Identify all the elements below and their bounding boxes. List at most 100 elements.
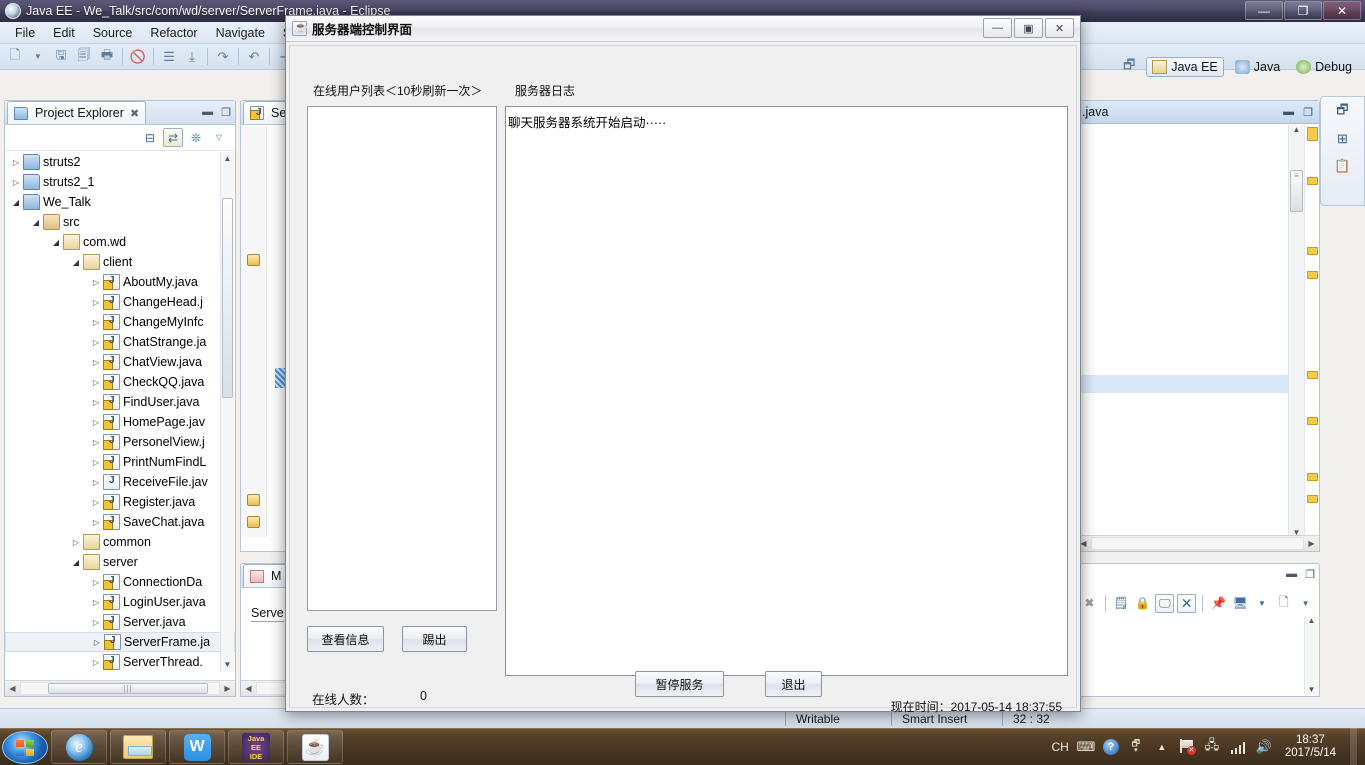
expand-arrow-closed-icon[interactable]: ▷ [89, 358, 103, 367]
tree-item[interactable]: ▷ HomePage.jav [5, 412, 235, 432]
lock-scroll-icon[interactable]: 🔒 [1134, 594, 1153, 613]
maximize-view-icon[interactable]: ❐ [1303, 106, 1313, 119]
expand-arrow-closed-icon[interactable]: ▷ [89, 498, 103, 507]
scroll-left-icon[interactable]: ◀ [5, 684, 20, 693]
expand-arrow-closed-icon[interactable]: ▷ [89, 278, 103, 287]
tree-item[interactable]: ▷ Register.java [5, 492, 235, 512]
project-tree[interactable]: ▷ struts2 ▷ struts2_1 ◢ We_Talk ◢ src ◢ com.wd ◢ cl… [5, 152, 235, 672]
expand-arrow-closed-icon[interactable]: ▷ [89, 578, 103, 587]
tree-item[interactable]: ▷ ChatView.java [5, 352, 235, 372]
scroll-right-icon[interactable]: ▶ [1304, 539, 1319, 548]
tree-item[interactable]: ▷ AboutMy.java [5, 272, 235, 292]
dialog-minimize-button[interactable]: — [983, 18, 1012, 38]
open-type-icon[interactable]: ☰ [158, 46, 180, 68]
exit-button[interactable]: 退出 [765, 671, 822, 697]
right-editor-body[interactable]: ▲ ≡ ▼ [1076, 125, 1319, 537]
run-icon[interactable]: ⤓ [181, 46, 203, 68]
scroll-lock-icon[interactable]: 🖵 [1155, 593, 1175, 613]
action-center-icon[interactable]: ✕ [1179, 739, 1196, 755]
restore-icon[interactable]: 🗗 [1333, 102, 1353, 121]
tree-item[interactable]: ▷ ChatStrange.ja [5, 332, 235, 352]
vscroll-thumb[interactable]: ≡ [1290, 170, 1303, 212]
pin-console-icon[interactable]: 📌 [1209, 594, 1228, 613]
menu-source[interactable]: Source [84, 24, 142, 42]
tree-item[interactable]: ▷ Server.java [5, 612, 235, 632]
chevron-down-icon[interactable]: ▼ [27, 46, 49, 68]
server-log-area[interactable]: 聊天服务器系统开始启动····· [505, 106, 1068, 676]
expand-arrow-closed-icon[interactable]: ▷ [89, 478, 103, 487]
project-explorer-hscrollbar[interactable]: ◀ ||| ▶ [5, 680, 235, 696]
outline-icon[interactable]: ⊞ [1333, 130, 1353, 148]
undo-icon[interactable]: ↶ [243, 46, 265, 68]
tree-item[interactable]: ▷ common [5, 532, 235, 552]
taskbar-item-wps-office[interactable]: W [169, 730, 225, 764]
perspective-java[interactable]: Java [1230, 58, 1285, 76]
kick-out-button[interactable]: 踢出 [402, 626, 467, 652]
save-all-icon[interactable]: 🗐 [73, 46, 95, 68]
expand-arrow-open-icon[interactable]: ◢ [69, 558, 83, 567]
right-editor-vscrollbar[interactable]: ▲ ≡ ▼ [1288, 125, 1304, 537]
expand-arrow-closed-icon[interactable]: ▷ [89, 658, 103, 667]
tree-item[interactable]: ▷ ServerFrame.ja [5, 632, 235, 652]
expand-arrow-open-icon[interactable]: ◢ [49, 238, 63, 247]
expand-arrow-closed-icon[interactable]: ▷ [9, 158, 23, 167]
chevron-down-icon[interactable]: ▼ [1253, 594, 1272, 613]
console-vscrollbar[interactable]: ▲ ▼ [1304, 616, 1318, 694]
network-icon[interactable]: 🖧 [1203, 736, 1221, 758]
expand-arrow-closed-icon[interactable]: ▷ [89, 418, 103, 427]
tree-item[interactable]: ▷ PersonelView.j [5, 432, 235, 452]
view-menu-icon[interactable]: ❊ [186, 128, 206, 147]
expand-arrow-open-icon[interactable]: ◢ [9, 198, 23, 207]
expand-arrow-closed-icon[interactable]: ▷ [89, 598, 103, 607]
tree-item[interactable]: ▷ struts2 [5, 152, 235, 172]
print-icon[interactable]: 🖶 [96, 46, 118, 68]
taskbar-item-file-explorer[interactable] [110, 730, 166, 764]
maximize-view-icon[interactable]: ❐ [221, 106, 231, 119]
save-icon[interactable]: 🖫 [50, 46, 72, 68]
hscroll-thumb[interactable]: ||| [48, 683, 208, 694]
expand-arrow-closed-icon[interactable]: ▷ [9, 178, 23, 187]
expand-arrow-closed-icon[interactable]: ▷ [89, 618, 103, 627]
expand-arrow-closed-icon[interactable]: ▷ [89, 458, 103, 467]
expand-arrow-closed-icon[interactable]: ▷ [89, 438, 103, 447]
chevron-up-icon[interactable]: ▲ [1153, 742, 1171, 752]
dialog-maximize-button[interactable]: ▣ [1014, 18, 1043, 38]
expand-arrow-closed-icon[interactable]: ▷ [89, 318, 103, 327]
editor-gutter[interactable] [241, 126, 267, 537]
scroll-right-icon[interactable]: ▶ [220, 684, 235, 693]
menu-edit[interactable]: Edit [44, 24, 84, 42]
project-explorer-vscrollbar[interactable]: ▲ ▼ [220, 152, 234, 672]
expand-arrow-open-icon[interactable]: ◢ [69, 258, 83, 267]
expand-arrow-closed-icon[interactable]: ▷ [89, 298, 103, 307]
tab-markers[interactable]: M [243, 564, 289, 587]
display-console-icon[interactable]: 🖥 [1231, 594, 1250, 613]
tree-item[interactable]: ▷ FindUser.java [5, 392, 235, 412]
eclipse-minimize-button[interactable]: — [1245, 1, 1283, 20]
minimize-view-icon[interactable]: ▬ [1286, 568, 1297, 581]
redo-icon[interactable]: ↷ [212, 46, 234, 68]
right-editor-hscrollbar[interactable]: ◀ ▶ [1076, 535, 1319, 551]
hscroll-track[interactable]: ||| [20, 682, 220, 695]
menu-navigate[interactable]: Navigate [207, 24, 274, 42]
tree-item[interactable]: ▷ ChangeMyInfc [5, 312, 235, 332]
ime-indicator[interactable]: CH [1051, 740, 1068, 754]
expand-arrow-closed-icon[interactable]: ▷ [89, 338, 103, 347]
tree-item[interactable]: ◢ We_Talk [5, 192, 235, 212]
new-wizard-icon[interactable]: 🗋 [4, 46, 26, 68]
tree-item[interactable]: ▷ ServerThread. [5, 652, 235, 672]
tab-project-explorer[interactable]: Project Explorer ✖ [7, 101, 147, 124]
tree-item[interactable]: ◢ com.wd [5, 232, 235, 252]
scroll-down-icon[interactable]: ▼ [221, 658, 234, 672]
terminate-icon[interactable]: ✖ [1080, 594, 1099, 613]
menu-refactor[interactable]: Refactor [141, 24, 206, 42]
expand-arrow-closed-icon[interactable]: ▷ [69, 538, 83, 547]
volume-icon[interactable]: 🔊 [1255, 739, 1273, 755]
show-hidden-icons-icon[interactable]: 🗗 ▾ [1127, 738, 1145, 754]
minimize-view-icon[interactable]: ▬ [202, 106, 213, 119]
tree-item[interactable]: ▷ CheckQQ.java [5, 372, 235, 392]
taskbar-clock[interactable]: 18:37 2017/5/14 [1285, 734, 1336, 760]
hscroll-track[interactable] [1091, 537, 1304, 550]
tree-item[interactable]: ▷ ReceiveFile.jav [5, 472, 235, 492]
show-desktop-button[interactable] [1350, 728, 1357, 765]
menu-file[interactable]: File [6, 24, 44, 42]
